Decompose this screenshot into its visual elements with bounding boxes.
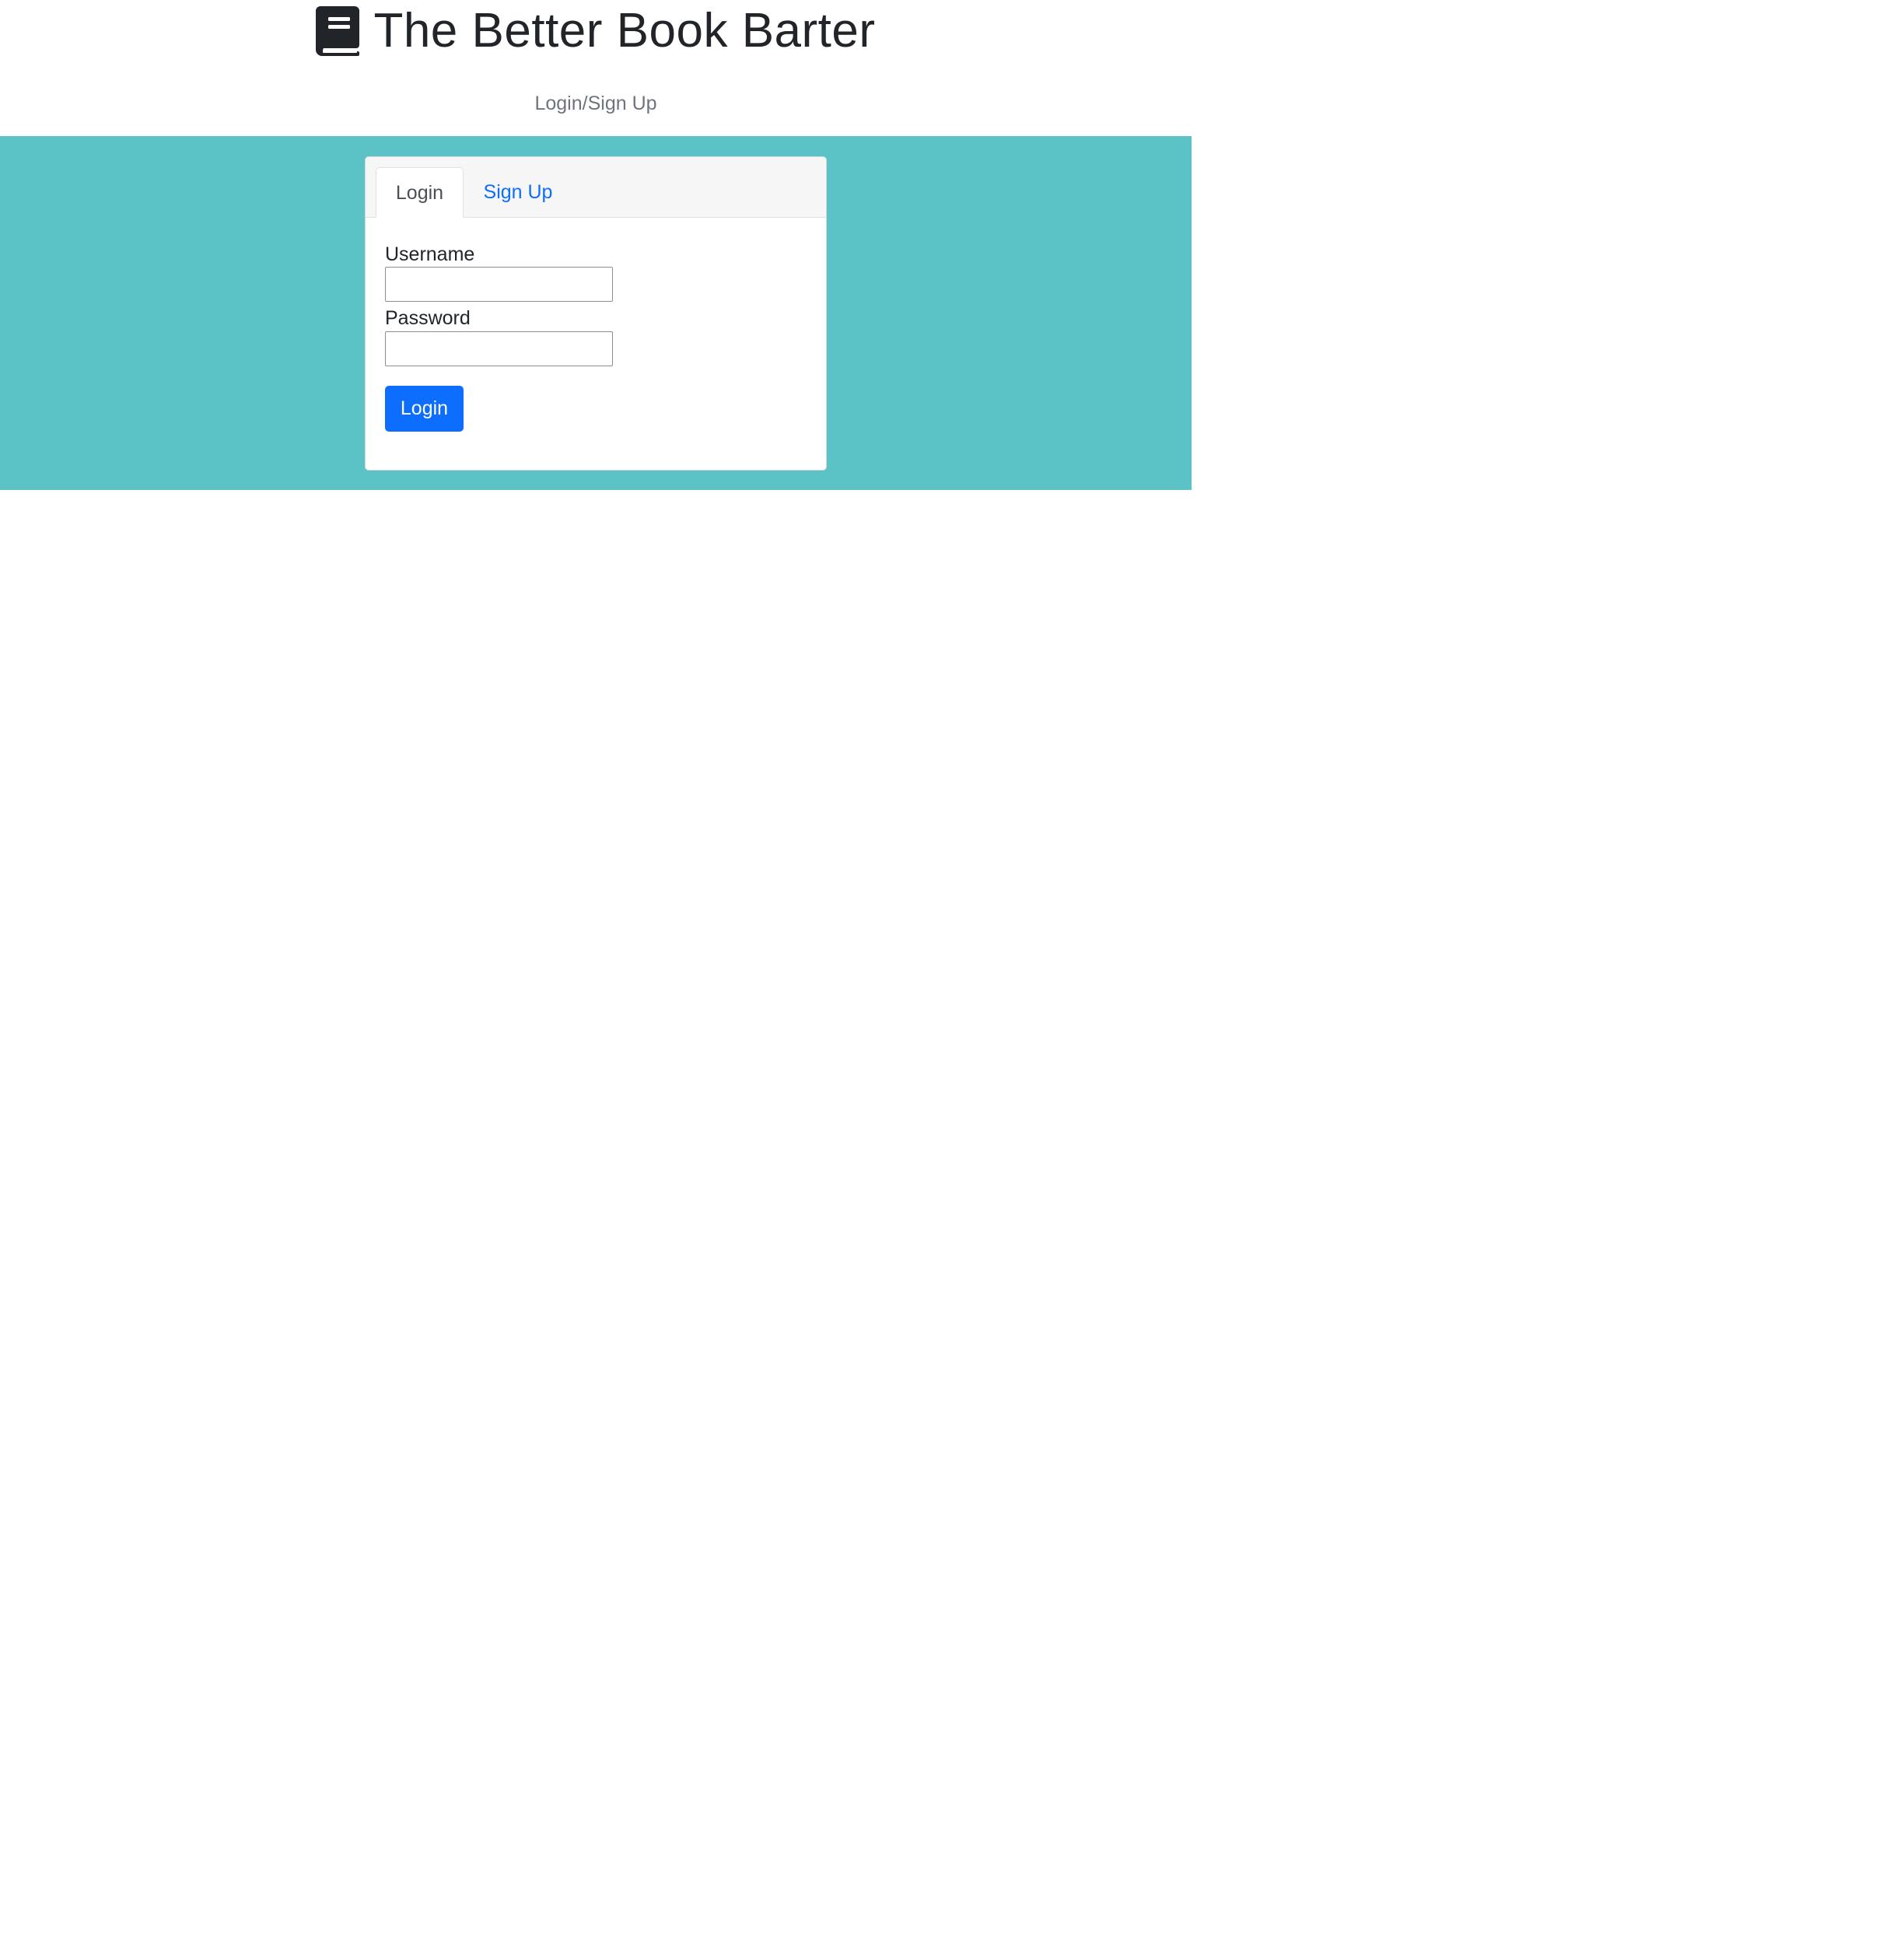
hero-band: Login Sign Up Username Password Login <box>0 136 1192 490</box>
login-form: Username Password Login <box>366 218 826 470</box>
site-title: The Better Book Barter <box>373 4 876 58</box>
book-icon <box>316 6 360 56</box>
page-subtitle: Login/Sign Up <box>534 93 657 114</box>
auth-card: Login Sign Up Username Password Login <box>365 156 827 471</box>
password-input[interactable] <box>385 331 613 366</box>
username-label: Username <box>385 243 475 265</box>
username-input[interactable] <box>385 267 613 302</box>
page-header: The Better Book Barter Login/Sign Up <box>0 0 1192 136</box>
card-header: Login Sign Up <box>366 157 826 218</box>
tab-login[interactable]: Login <box>376 167 464 218</box>
login-button[interactable]: Login <box>385 386 464 432</box>
title-row: The Better Book Barter <box>0 3 1192 59</box>
password-label: Password <box>385 307 471 329</box>
tab-sign-up[interactable]: Sign Up <box>471 167 565 217</box>
